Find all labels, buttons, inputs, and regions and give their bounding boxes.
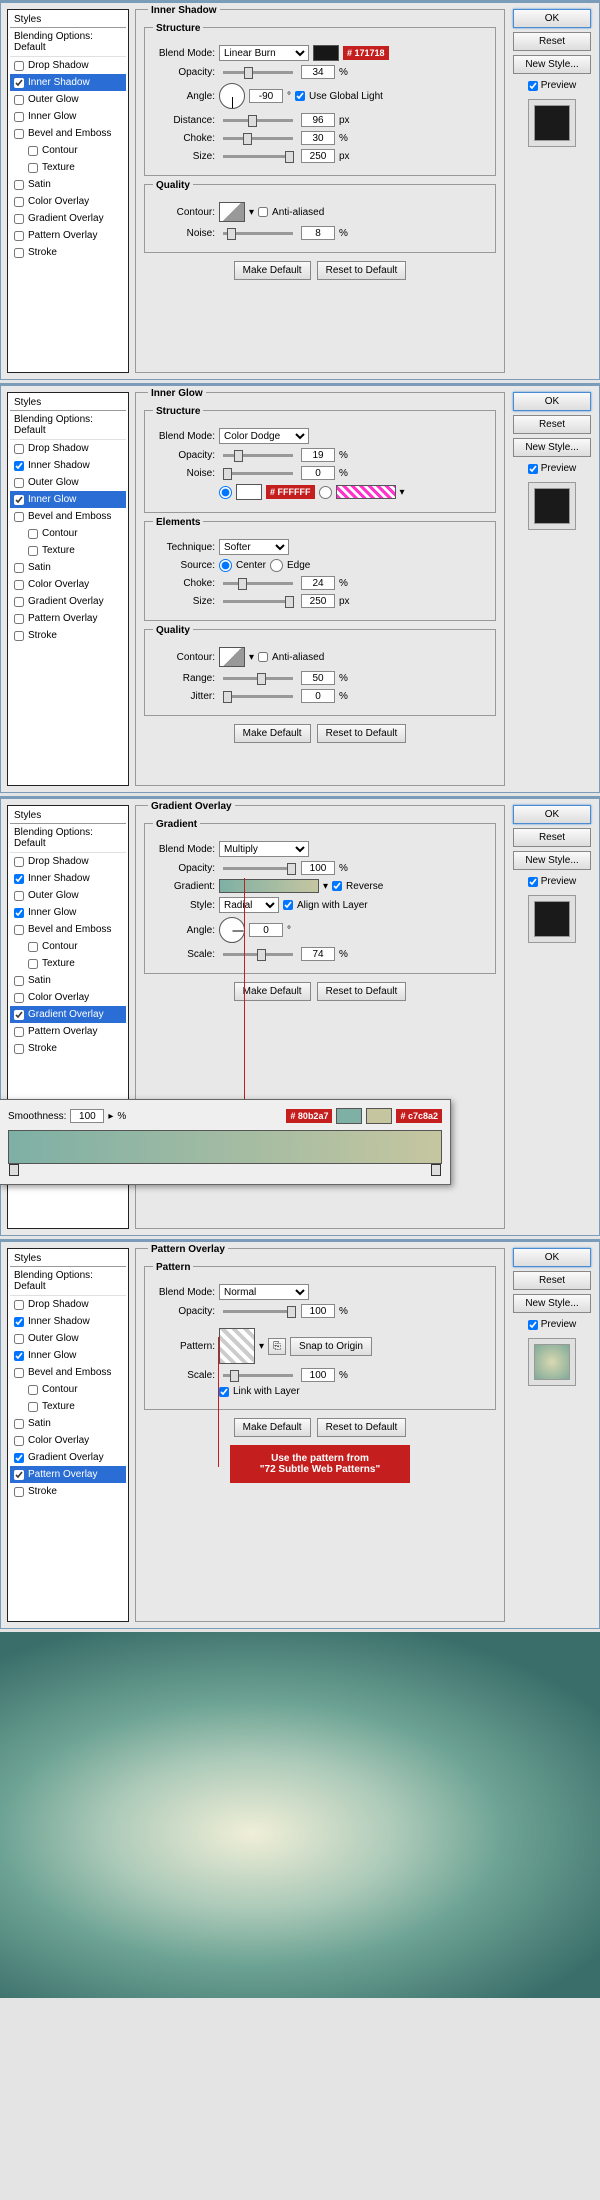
align-check[interactable] [283,900,293,910]
item-color-overlay[interactable]: Color Overlay [10,193,126,210]
callout-line [218,1337,219,1467]
make-default-button[interactable]: Make Default [234,261,311,280]
angle-dial[interactable] [219,83,245,109]
callout-line [244,878,245,1116]
blend-mode-select[interactable]: Normal [219,1284,309,1300]
ok-button[interactable]: OK [513,9,591,28]
new-preset-icon[interactable]: ⎘ [268,1338,286,1355]
global-light-check[interactable] [295,91,305,101]
item-gradient-overlay[interactable]: Gradient Overlay [10,1006,126,1023]
reverse-check[interactable] [332,881,342,891]
new-style-button[interactable]: New Style... [513,55,591,74]
item-inner-shadow[interactable]: Inner Shadow [10,74,126,91]
color-swatch[interactable] [236,484,262,500]
item-inner-glow[interactable]: Inner Glow [10,491,126,508]
styles-panel: Styles Blending Options: Default Drop Sh… [7,9,129,373]
styles-panel: Styles Blending Options: Default Drop Sh… [7,1248,129,1622]
item-bevel[interactable]: Bevel and Emboss [10,125,126,142]
noise-slider[interactable] [223,232,293,235]
item-stroke[interactable]: Stroke [10,244,126,261]
gradient-stop-left[interactable] [9,1164,19,1176]
blend-mode-select[interactable]: Linear Burn [219,45,309,61]
opacity-value[interactable]: 34 [301,65,335,79]
dialog-inner-shadow: Styles Blending Options: Default Drop Sh… [0,0,600,380]
antialias-check[interactable] [258,207,268,217]
chevron-down-icon[interactable]: ▾ [400,487,405,498]
gradient-bar[interactable] [8,1130,442,1164]
quality-group: Quality Contour:▾Anti-aliased Noise:8% [144,184,496,253]
preview-box [528,99,576,147]
contour-picker[interactable] [219,647,245,667]
item-pattern-overlay[interactable]: Pattern Overlay [10,1466,126,1483]
color-swatch[interactable] [313,45,339,61]
item-drop-shadow[interactable]: Drop Shadow [10,57,126,74]
item-contour[interactable]: Contour [10,142,126,159]
styles-panel: Styles Blending Options: Default Drop Sh… [7,392,129,786]
style-select[interactable]: Radial [219,897,279,913]
blend-mode-select[interactable]: Color Dodge [219,428,309,444]
source-edge[interactable] [270,559,283,572]
item-inner-glow[interactable]: Inner Glow [10,108,126,125]
gradient-radio[interactable] [319,486,332,499]
gradient-editor-popup: Smoothness:100▸% # 80b2a7 # c7c8a2 [0,1099,451,1185]
right-panel: OK Reset New Style... Preview [511,9,593,373]
callout-box: Use the pattern from"72 Subtle Web Patte… [230,1445,410,1483]
chevron-down-icon[interactable]: ▾ [249,652,254,663]
gradient-picker[interactable] [219,879,319,893]
result-preview [0,1632,600,1998]
preview-check[interactable] [528,81,538,91]
main-panel: Inner Glow Structure Blend Mode:Color Do… [135,392,505,786]
chevron-down-icon[interactable]: ▾ [259,1341,264,1352]
chevron-down-icon[interactable]: ▸ [108,1111,113,1122]
gradient-picker[interactable] [336,485,396,499]
technique-select[interactable]: Softer [219,539,289,555]
structure-group: Structure Blend Mode:Linear Burn# 171718… [144,27,496,176]
angle-value[interactable]: -90 [249,89,283,103]
main-panel: Inner Shadow Structure Blend Mode:Linear… [135,9,505,373]
link-layer-check[interactable] [219,1387,229,1397]
chevron-down-icon[interactable]: ▾ [249,207,254,218]
contour-picker[interactable] [219,202,245,222]
angle-dial[interactable] [219,917,245,943]
choke-slider[interactable] [223,137,293,140]
reset-button[interactable]: Reset [513,32,591,51]
item-satin[interactable]: Satin [10,176,126,193]
chevron-down-icon[interactable]: ▾ [323,881,328,892]
pattern-picker[interactable] [219,1328,255,1364]
color-tag: # 171718 [343,46,389,60]
snap-button[interactable]: Snap to Origin [290,1337,372,1356]
item-outer-glow[interactable]: Outer Glow [10,91,126,108]
distance-slider[interactable] [223,119,293,122]
dialog-inner-glow: Styles Blending Options: Default Drop Sh… [0,383,600,793]
gradient-stop-right[interactable] [431,1164,441,1176]
dialog-pattern-overlay: Styles Blending Options: Default Drop Sh… [0,1239,600,1629]
blend-mode-select[interactable]: Multiply [219,841,309,857]
size-slider[interactable] [223,155,293,158]
styles-title: Styles [10,12,126,28]
item-pattern-overlay[interactable]: Pattern Overlay [10,227,126,244]
item-texture[interactable]: Texture [10,159,126,176]
color-radio[interactable] [219,486,232,499]
blending-options[interactable]: Blending Options: Default [10,28,126,57]
dialog-gradient-overlay: Styles Blending Options: Default Drop Sh… [0,796,600,1236]
color-swatch-2[interactable] [366,1108,392,1124]
color-swatch-1[interactable] [336,1108,362,1124]
panel-title: Inner Shadow [148,5,220,16]
source-center[interactable] [219,559,232,572]
main-panel: Pattern Overlay Pattern Blend Mode:Norma… [135,1248,505,1622]
opacity-slider[interactable] [223,71,293,74]
item-gradient-overlay[interactable]: Gradient Overlay [10,210,126,227]
reset-default-button[interactable]: Reset to Default [317,261,407,280]
